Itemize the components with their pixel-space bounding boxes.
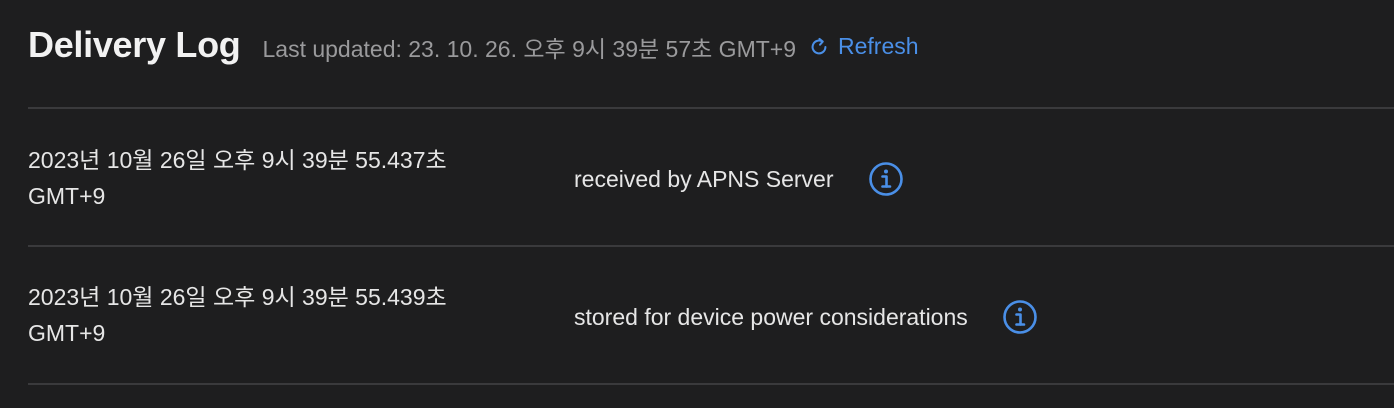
info-button[interactable] — [1002, 299, 1038, 335]
log-row: 2023년 10월 26일 오후 9시 39분 55.439초 GMT+9 st… — [28, 247, 1394, 383]
info-button[interactable] — [868, 161, 904, 197]
last-updated-text: Last updated: 23. 10. 26. 오후 9시 39분 57초 … — [262, 36, 796, 62]
page-title: Delivery Log — [28, 24, 241, 65]
refresh-icon — [811, 37, 827, 55]
status-text: stored for device power considerations — [574, 303, 968, 330]
timestamp-line: 2023년 10월 26일 오후 9시 39분 55.439초 — [28, 284, 447, 310]
info-icon — [868, 162, 903, 196]
delivery-log-page: Delivery Log Last updated: 23. 10. 26. 오… — [0, 0, 1394, 408]
refresh-button[interactable]: Refresh — [808, 33, 919, 60]
divider — [28, 383, 1394, 385]
log-status: received by APNS Server — [574, 161, 904, 197]
header: Delivery Log Last updated: 23. 10. 26. 오… — [28, 24, 919, 66]
log-row: 2023년 10월 26일 오후 9시 39분 55.437초 GMT+9 re… — [28, 109, 1394, 245]
timestamp-timezone: GMT+9 — [28, 183, 106, 209]
timestamp-timezone: GMT+9 — [28, 320, 106, 346]
status-text: received by APNS Server — [574, 165, 834, 192]
refresh-label: Refresh — [838, 32, 919, 59]
timestamp-line: 2023년 10월 26일 오후 9시 39분 55.437초 — [28, 147, 447, 173]
log-timestamp: 2023년 10월 26일 오후 9시 39분 55.439초 GMT+9 — [28, 279, 528, 351]
log-timestamp: 2023년 10월 26일 오후 9시 39분 55.437초 GMT+9 — [28, 142, 528, 214]
info-icon — [1002, 300, 1037, 334]
log-status: stored for device power considerations — [574, 299, 1038, 335]
